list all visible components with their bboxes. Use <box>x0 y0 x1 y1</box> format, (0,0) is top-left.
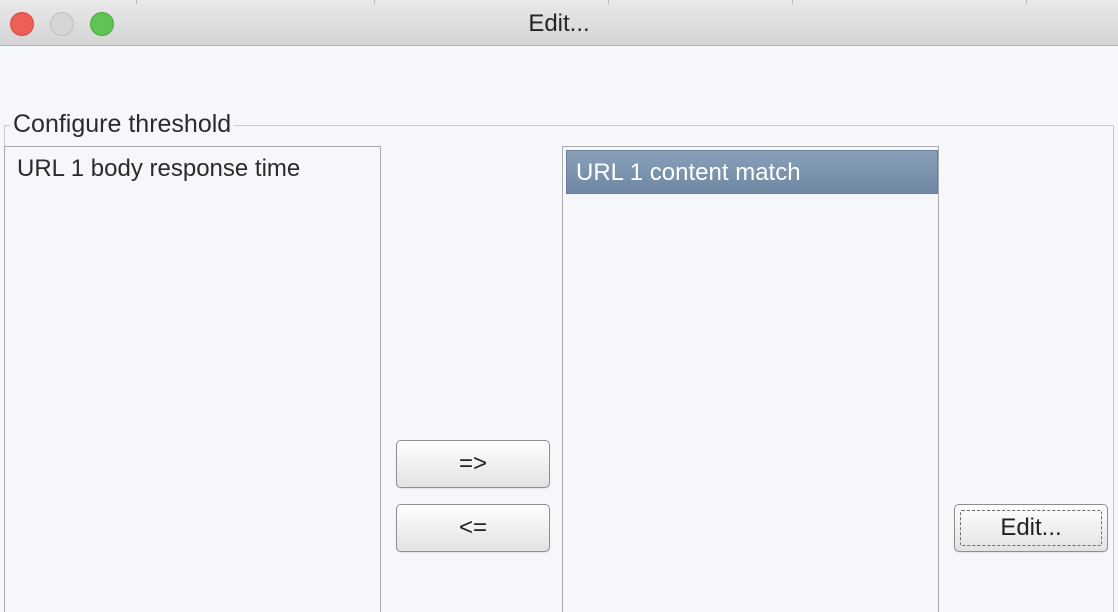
remove-threshold-button[interactable]: <= <box>396 504 550 552</box>
titlebar-divider <box>374 0 375 4</box>
titlebar-divider <box>1026 0 1027 4</box>
available-thresholds-list[interactable]: URL 1 body response time <box>4 146 381 612</box>
list-item-selected[interactable]: URL 1 content match <box>566 150 938 194</box>
list-item[interactable]: URL 1 body response time <box>5 147 380 191</box>
title-bar[interactable]: Edit... <box>0 0 1118 46</box>
titlebar-divider <box>792 0 793 4</box>
group-title: Configure threshold <box>10 110 235 139</box>
add-threshold-button[interactable]: => <box>396 440 550 488</box>
edit-button-label: Edit... <box>1000 514 1062 541</box>
edit-dialog-window: Edit... Configure threshold URL 1 body r… <box>0 0 1118 612</box>
titlebar-divider <box>608 0 609 4</box>
selected-thresholds-list[interactable]: URL 1 content match <box>562 146 939 612</box>
remove-button-label: <= <box>458 514 488 541</box>
edit-button[interactable]: Edit... <box>954 504 1108 552</box>
add-button-label: => <box>458 450 488 477</box>
titlebar-divider <box>136 0 137 4</box>
window-title: Edit... <box>528 10 590 37</box>
